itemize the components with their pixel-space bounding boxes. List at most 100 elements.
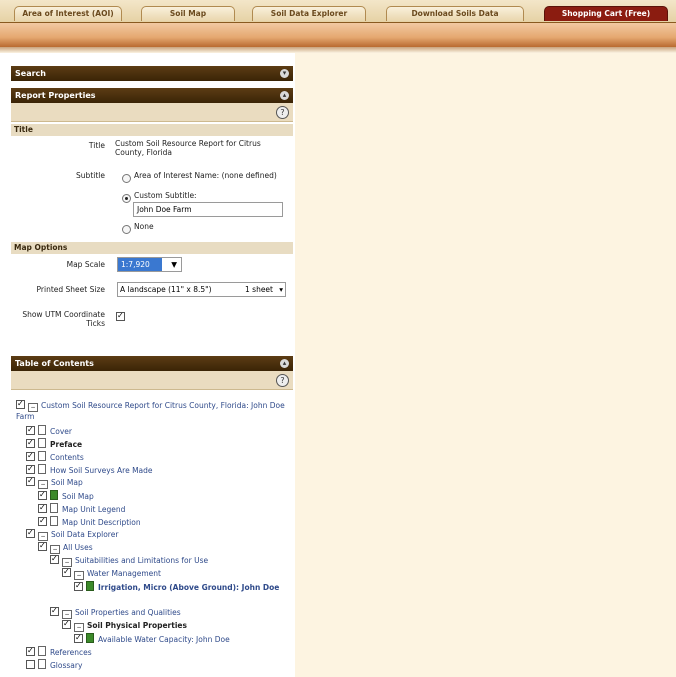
checkbox-icon[interactable] xyxy=(74,582,83,591)
tab-bar: Area of Interest (AOI) Soil Map Soil Dat… xyxy=(0,0,676,23)
checkbox-icon[interactable] xyxy=(38,517,47,526)
help-icon[interactable]: ? xyxy=(276,374,289,387)
toc-item-suitabilities[interactable]: −Suitabilities and Limitations for Use xyxy=(50,555,208,567)
toc-item-map-unit-legend[interactable]: Map Unit Legend xyxy=(38,503,125,515)
title-section-header: Title xyxy=(11,124,293,136)
report-properties-header[interactable]: Report Properties ▴ xyxy=(11,88,293,103)
checkbox-icon[interactable] xyxy=(16,400,25,409)
title-label: Title xyxy=(88,141,105,150)
checkbox-icon[interactable] xyxy=(26,477,35,486)
collapse-toggle-icon[interactable]: − xyxy=(62,558,72,567)
sheet-size-select[interactable]: A landscape (11" x 8.5") 1 sheet ▾ xyxy=(117,282,286,297)
checkbox-icon[interactable] xyxy=(26,647,35,656)
toc-item-contents[interactable]: Contents xyxy=(26,451,84,463)
checkbox-icon[interactable] xyxy=(26,660,35,669)
page-icon xyxy=(38,451,46,461)
utm-ticks-checkbox[interactable] xyxy=(116,312,125,321)
tab-shopping-cart[interactable]: Shopping Cart (Free) xyxy=(544,6,668,21)
collapse-toggle-icon[interactable]: − xyxy=(50,545,60,554)
toc-item-root[interactable]: −Custom Soil Resource Report for Citrus … xyxy=(16,400,286,422)
map-icon xyxy=(86,633,94,643)
checkbox-icon[interactable] xyxy=(26,426,35,435)
page-icon xyxy=(50,516,58,526)
toc-item-references[interactable]: References xyxy=(26,646,92,658)
subtitle-custom-radio[interactable] xyxy=(122,194,131,203)
toc-item-cover[interactable]: Cover xyxy=(26,425,72,437)
toc-item-available-water-capacity[interactable]: Available Water Capacity: John Doe xyxy=(74,633,230,645)
expand-icon[interactable]: ▾ xyxy=(280,69,289,78)
title-value[interactable]: Custom Soil Resource Report for Citrus C… xyxy=(115,139,287,157)
checkbox-icon[interactable] xyxy=(50,555,59,564)
checkbox-icon[interactable] xyxy=(38,491,47,500)
collapse-toggle-icon[interactable]: − xyxy=(74,571,84,580)
sheet-size-label: Printed Sheet Size xyxy=(36,285,105,294)
toc-header[interactable]: Table of Contents ▴ xyxy=(11,356,293,371)
map-scale-select[interactable]: 1:7,920 ▼ xyxy=(117,257,182,272)
toc-item-glossary[interactable]: Glossary xyxy=(26,659,82,671)
toc-item-how-soil-surveys[interactable]: How Soil Surveys Are Made xyxy=(26,464,153,476)
toc-item-map-unit-description[interactable]: Map Unit Description xyxy=(38,516,141,528)
toc-item-preface[interactable]: Preface xyxy=(26,438,82,450)
page-icon xyxy=(38,646,46,656)
subtitle-option-custom: Custom Subtitle: xyxy=(134,191,197,200)
checkbox-icon[interactable] xyxy=(50,607,59,616)
tab-area-of-interest[interactable]: Area of Interest (AOI) xyxy=(14,6,122,21)
tab-soil-map[interactable]: Soil Map xyxy=(141,6,235,21)
page-icon xyxy=(38,438,46,448)
report-toolbar: ? xyxy=(11,103,293,122)
report-properties-title: Report Properties xyxy=(15,91,96,100)
toc-item-soil-map[interactable]: Soil Map xyxy=(38,490,94,502)
toc-item-soil-physical-properties[interactable]: −Soil Physical Properties xyxy=(62,620,187,632)
map-content-area xyxy=(295,53,676,677)
page-icon xyxy=(38,425,46,435)
subtitle-option-none: None xyxy=(134,222,154,231)
collapse-toggle-icon[interactable]: − xyxy=(38,532,48,541)
toc-item-all-uses[interactable]: −All Uses xyxy=(38,542,93,554)
collapse-toggle-icon[interactable]: − xyxy=(62,610,72,619)
subtitle-none-radio[interactable] xyxy=(122,225,131,234)
chevron-down-icon: ▼ xyxy=(171,260,177,269)
toc-title: Table of Contents xyxy=(15,359,94,368)
checkbox-icon[interactable] xyxy=(62,568,71,577)
search-panel-header[interactable]: Search ▾ xyxy=(11,66,293,81)
search-panel: Search ▾ xyxy=(11,66,293,81)
subtitle-aoi-radio[interactable] xyxy=(122,174,131,183)
toc-item-water-management[interactable]: −Water Management xyxy=(62,568,161,580)
toc-item-soil-data-explorer[interactable]: −Soil Data Explorer xyxy=(26,529,118,541)
checkbox-icon[interactable] xyxy=(62,620,71,629)
map-icon xyxy=(50,490,58,500)
search-panel-title: Search xyxy=(15,69,46,78)
collapse-toggle-icon[interactable]: − xyxy=(38,480,48,489)
checkbox-icon[interactable] xyxy=(38,542,47,551)
custom-subtitle-input[interactable]: John Doe Farm xyxy=(133,202,283,217)
collapse-icon[interactable]: ▴ xyxy=(280,359,289,368)
utm-ticks-label: Show UTM Coordinate Ticks xyxy=(22,310,105,328)
page-icon xyxy=(50,503,58,513)
sheet-size-value: A landscape (11" x 8.5") xyxy=(120,285,212,294)
collapse-toggle-icon[interactable]: − xyxy=(28,403,38,412)
page-icon xyxy=(38,464,46,474)
collapse-icon[interactable]: ▴ xyxy=(280,91,289,100)
checkbox-icon[interactable] xyxy=(26,452,35,461)
toc-item-soil-map-folder[interactable]: −Soil Map xyxy=(26,477,83,489)
help-icon[interactable]: ? xyxy=(276,106,289,119)
tab-download-soils-data[interactable]: Download Soils Data xyxy=(386,6,524,21)
subtitle-option-aoi: Area of Interest Name: (none defined) xyxy=(134,171,277,180)
toc-panel: Table of Contents ▴ ? −Custom Soil Resou… xyxy=(11,356,293,677)
checkbox-icon[interactable] xyxy=(74,634,83,643)
page-icon xyxy=(38,659,46,669)
toc-item-irrigation[interactable]: Irrigation, Micro (Above Ground): John D… xyxy=(74,581,284,593)
map-scale-value: 1:7,920 xyxy=(118,258,162,271)
sheet-count-value: 1 sheet xyxy=(245,285,273,294)
checkbox-icon[interactable] xyxy=(38,504,47,513)
map-options-section-header: Map Options xyxy=(11,242,293,254)
checkbox-icon[interactable] xyxy=(26,529,35,538)
checkbox-icon[interactable] xyxy=(26,465,35,474)
map-icon xyxy=(86,581,94,591)
collapse-toggle-icon[interactable]: − xyxy=(74,623,84,632)
tab-soil-data-explorer[interactable]: Soil Data Explorer xyxy=(252,6,366,21)
map-scale-label: Map Scale xyxy=(66,260,105,269)
checkbox-icon[interactable] xyxy=(26,439,35,448)
toc-item-soil-properties[interactable]: −Soil Properties and Qualities xyxy=(50,607,181,619)
sub-header-bar xyxy=(0,23,676,47)
